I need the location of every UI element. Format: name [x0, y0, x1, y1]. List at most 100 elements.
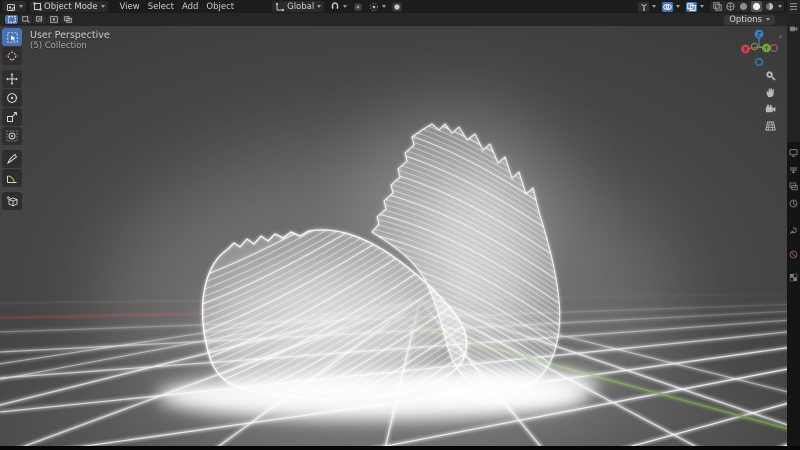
proportional-falloff-button[interactable]: [389, 1, 405, 12]
options-label: Options: [729, 15, 762, 25]
view-layer-tab-icon[interactable]: [789, 182, 798, 191]
gizmo-axis-x-neg[interactable]: [771, 45, 778, 52]
right-rail: [787, 0, 800, 450]
magnifier-icon: [765, 70, 776, 81]
proportional-editing-button[interactable]: [366, 1, 389, 12]
zoom-button[interactable]: [763, 69, 777, 81]
viewport-editor-type-icon: [6, 2, 16, 12]
proportional-falloff-icon: [392, 2, 402, 12]
gizmo-axis-x[interactable]: X: [741, 45, 750, 54]
menu-add[interactable]: Add: [178, 1, 202, 12]
pan-button[interactable]: [763, 86, 777, 98]
chevron-down-icon[interactable]: [778, 5, 782, 8]
select-mode-new[interactable]: [5, 15, 18, 24]
chevron-down-icon: [101, 5, 105, 8]
scale-icon: [6, 111, 18, 123]
cursor-3d-icon: [6, 50, 18, 62]
camera-icon: [765, 104, 776, 114]
snap-toggle-button[interactable]: [327, 1, 350, 12]
tool-move[interactable]: [2, 70, 22, 88]
show-gizmos-icon: [640, 3, 648, 11]
svg-text:Y: Y: [764, 45, 769, 52]
object-core-highlight: [205, 270, 435, 394]
chevron-down-icon: [652, 5, 656, 8]
menu-object[interactable]: Object: [202, 1, 238, 12]
gizmo-axis-z-neg[interactable]: [756, 59, 763, 66]
select-mode-intersect[interactable]: [61, 15, 74, 24]
chevron-down-icon: [19, 5, 23, 8]
menu-select[interactable]: Select: [144, 1, 178, 12]
perspective-grid-icon: [765, 121, 776, 131]
transform-orientation-icon: [275, 2, 285, 12]
blender-window: Object Mode View Select Add Object Globa…: [0, 0, 800, 450]
gizmo-axis-z[interactable]: Z: [755, 30, 764, 39]
tool-add-cube[interactable]: [2, 192, 22, 210]
gizmo-axis-y[interactable]: Y: [762, 44, 771, 53]
shading-material-button[interactable]: [751, 1, 762, 12]
fin-core-highlight: [430, 173, 534, 343]
editor-type-button[interactable]: [3, 1, 26, 12]
object-mode-icon: [33, 2, 42, 11]
outliner-list-icon[interactable]: [789, 2, 798, 11]
output-tab-icon[interactable]: [789, 165, 798, 174]
scene-tab-icon[interactable]: [789, 199, 798, 208]
tool-cursor[interactable]: [2, 47, 22, 65]
measure-icon: [6, 172, 18, 184]
chevron-down-icon: [317, 5, 321, 8]
render-tab-icon[interactable]: [789, 148, 798, 157]
hand-icon: [765, 87, 776, 98]
annotate-pen-icon: [6, 153, 18, 165]
viewport-text-overlay: User Perspective (5) Collection: [30, 30, 110, 52]
viewport-shading-group: [710, 1, 784, 12]
tool-scale[interactable]: [2, 108, 22, 126]
select-mode-invert[interactable]: [47, 15, 60, 24]
shading-wireframe-button[interactable]: [725, 1, 736, 12]
ortho-toggle-button[interactable]: [763, 120, 777, 132]
camera-filter-icon[interactable]: [789, 24, 798, 33]
show-overlays-toggle[interactable]: [659, 1, 683, 12]
proportional-editing-icon: [369, 2, 379, 12]
orientation-label: Global: [287, 2, 314, 12]
menu-view[interactable]: View: [116, 1, 144, 12]
snap-target-button[interactable]: [350, 1, 366, 12]
transform-orientation-dropdown[interactable]: Global: [272, 1, 324, 12]
camera-view-button[interactable]: [763, 103, 777, 115]
chevron-down-icon: [382, 5, 386, 8]
chevron-down-icon: [343, 5, 347, 8]
shading-xray-icon[interactable]: [712, 1, 723, 12]
move-icon: [6, 73, 18, 85]
chevron-down-icon: [700, 5, 704, 8]
tool-rotate[interactable]: [2, 89, 22, 107]
add-cube-icon: [6, 195, 18, 207]
navigation-gizmo[interactable]: Z X Y: [737, 24, 783, 70]
tool-transform[interactable]: [2, 127, 22, 145]
modifiers-tab-icon[interactable]: [789, 226, 798, 235]
letterbox-bar: [0, 446, 800, 450]
tool-select-box[interactable]: [2, 28, 22, 46]
rotate-icon: [6, 92, 18, 104]
viewport-3d[interactable]: [0, 0, 800, 450]
mode-select-dropdown[interactable]: Object Mode: [30, 1, 108, 12]
snap-magnet-icon: [330, 2, 340, 12]
tool-annotate[interactable]: [2, 150, 22, 168]
view-name-label: User Perspective: [30, 30, 110, 41]
sidebar-collapse-arrow[interactable]: ‹: [779, 32, 782, 41]
show-gizmos-toggle[interactable]: [635, 1, 659, 12]
shading-rendered-button[interactable]: [764, 1, 775, 12]
tool-measure[interactable]: [2, 169, 22, 187]
shading-solid-button[interactable]: [738, 1, 749, 12]
svg-text:X: X: [743, 46, 747, 53]
toggle-xray-icon: [687, 3, 696, 11]
select-mode-extend[interactable]: [19, 15, 32, 24]
physics-tab-icon[interactable]: [789, 250, 798, 259]
collection-label: (5) Collection: [30, 41, 110, 52]
viewport-nav-controls: [763, 69, 777, 132]
options-button[interactable]: Options: [724, 15, 775, 25]
select-mode-subtract[interactable]: [33, 15, 46, 24]
gizmo-axis-y-neg[interactable]: [751, 43, 757, 49]
select-mode-group: [4, 14, 75, 25]
select-box-icon: [7, 32, 18, 43]
texture-tab-icon[interactable]: [789, 273, 798, 282]
toggle-xray-button[interactable]: [683, 1, 707, 12]
show-overlays-icon: [663, 3, 672, 11]
